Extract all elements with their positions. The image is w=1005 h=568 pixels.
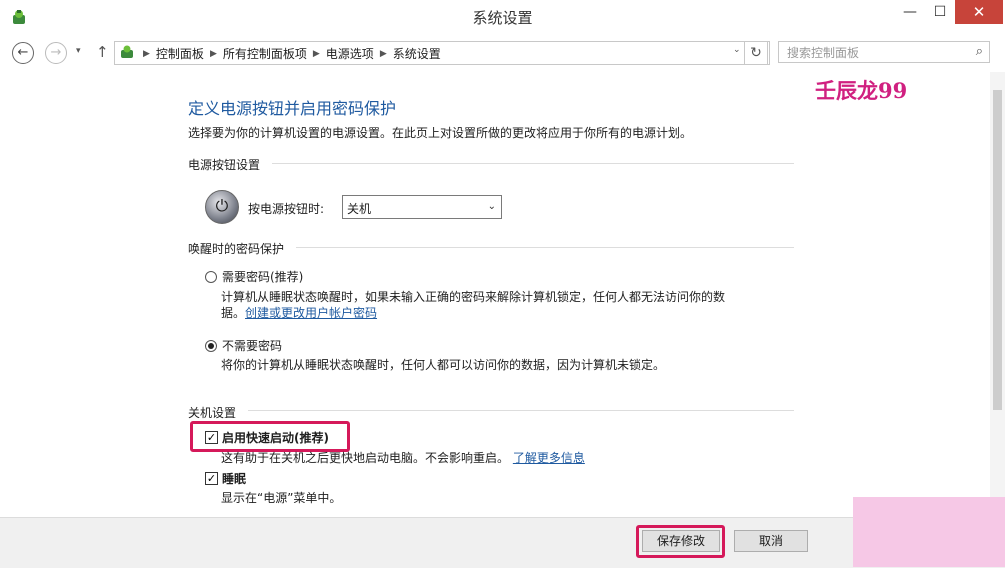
section-divider: [296, 247, 794, 248]
save-button[interactable]: 保存修改: [642, 530, 720, 552]
refresh-button[interactable]: ↻: [744, 41, 768, 65]
control-panel-icon: [119, 44, 135, 60]
fast-startup-description-text: 这有助于在关机之后更快地启动电脑。不会影响重启。: [221, 451, 510, 465]
wake-password-section-label: 唤醒时的密码保护: [188, 242, 285, 256]
power-button-action-select[interactable]: 关机 ⌄: [342, 195, 502, 219]
minimize-button[interactable]: —: [895, 0, 925, 24]
address-dropdown-icon[interactable]: ⌄: [733, 45, 741, 55]
create-change-password-link[interactable]: 创建或更改用户帐户密码: [245, 306, 377, 320]
shutdown-section-label: 关机设置: [188, 406, 237, 420]
sleep-label[interactable]: 睡眠: [222, 470, 246, 487]
no-password-label[interactable]: 不需要密码: [222, 337, 282, 354]
breadcrumb-all-items[interactable]: 所有控制面板项: [219, 45, 311, 62]
breadcrumb-separator-icon[interactable]: ▶: [378, 49, 389, 59]
breadcrumb-system-settings[interactable]: 系统设置: [389, 45, 445, 62]
power-button-icon: ⏻: [205, 190, 239, 224]
recent-locations-button[interactable]: ▾: [76, 46, 81, 56]
search-icon[interactable]: ⌕: [976, 44, 983, 59]
require-password-description-line2: 据。创建或更改用户帐户密码: [221, 304, 377, 321]
learn-more-link[interactable]: 了解更多信息: [513, 451, 585, 465]
fast-startup-checkbox[interactable]: ✓: [205, 431, 218, 444]
breadcrumb-separator-icon[interactable]: ▶: [141, 49, 152, 59]
no-password-description: 将你的计算机从睡眠状态唤醒时，任何人都可以访问你的数据，因为计算机未锁定。: [221, 358, 666, 372]
breadcrumb-control-panel[interactable]: 控制面板: [152, 45, 208, 62]
vertical-scrollbar[interactable]: [990, 72, 1005, 517]
search-box[interactable]: ⌕: [778, 41, 990, 63]
up-level-button[interactable]: ↑: [96, 43, 109, 61]
window-title: 系统设置: [472, 9, 533, 27]
page-description: 选择要为你的计算机设置的电源设置。在此页上对设置所做的更改将应用于你所有的电源计…: [188, 126, 693, 140]
fast-startup-label[interactable]: 启用快速启动(推荐): [222, 429, 329, 446]
power-button-label: 按电源按钮时:: [248, 202, 325, 216]
address-bar[interactable]: ▶ 控制面板 ▶ 所有控制面板项 ▶ 电源选项 ▶ 系统设置 ⌄: [114, 41, 770, 65]
breadcrumb: ▶ 控制面板 ▶ 所有控制面板项 ▶ 电源选项 ▶ 系统设置: [141, 45, 445, 62]
power-button-section-label: 电源按钮设置: [188, 158, 261, 172]
back-button[interactable]: ←: [12, 42, 34, 64]
decorative-overlay: [853, 497, 1005, 567]
require-password-radio[interactable]: [205, 271, 217, 283]
breadcrumb-power-options[interactable]: 电源选项: [322, 45, 378, 62]
sleep-description: 显示在“电源”菜单中。: [221, 491, 342, 505]
close-button[interactable]: ✕: [955, 0, 1003, 24]
no-password-radio[interactable]: [205, 340, 217, 352]
sleep-checkbox[interactable]: ✓: [205, 472, 218, 485]
search-input[interactable]: [785, 43, 969, 63]
require-password-description-tail: 据。: [221, 306, 246, 320]
title-bar: 系统设置 — ☐ ✕: [0, 0, 1005, 35]
power-symbol-icon: ⏻: [215, 196, 229, 215]
chevron-down-icon: ⌄: [487, 201, 496, 212]
breadcrumb-separator-icon[interactable]: ▶: [208, 49, 219, 59]
require-password-label[interactable]: 需要密码(推荐): [222, 268, 303, 285]
section-divider: [248, 410, 794, 411]
cancel-button[interactable]: 取消: [734, 530, 808, 552]
forward-button[interactable]: →: [45, 42, 67, 64]
power-button-action-value: 关机: [347, 202, 372, 216]
require-password-description: 计算机从睡眠状态唤醒时，如果未输入正确的密码来解除计算机锁定，任何人都无法访问你…: [221, 290, 726, 304]
watermark: 壬辰龙99: [815, 78, 908, 103]
fast-startup-description: 这有助于在关机之后更快地启动电脑。不会影响重启。 了解更多信息: [221, 449, 585, 466]
page-title: 定义电源按钮并启用密码保护: [188, 99, 397, 118]
breadcrumb-separator-icon[interactable]: ▶: [311, 49, 322, 59]
scrollbar-thumb[interactable]: [993, 90, 1002, 410]
section-divider: [272, 163, 794, 164]
maximize-button[interactable]: ☐: [925, 0, 955, 24]
